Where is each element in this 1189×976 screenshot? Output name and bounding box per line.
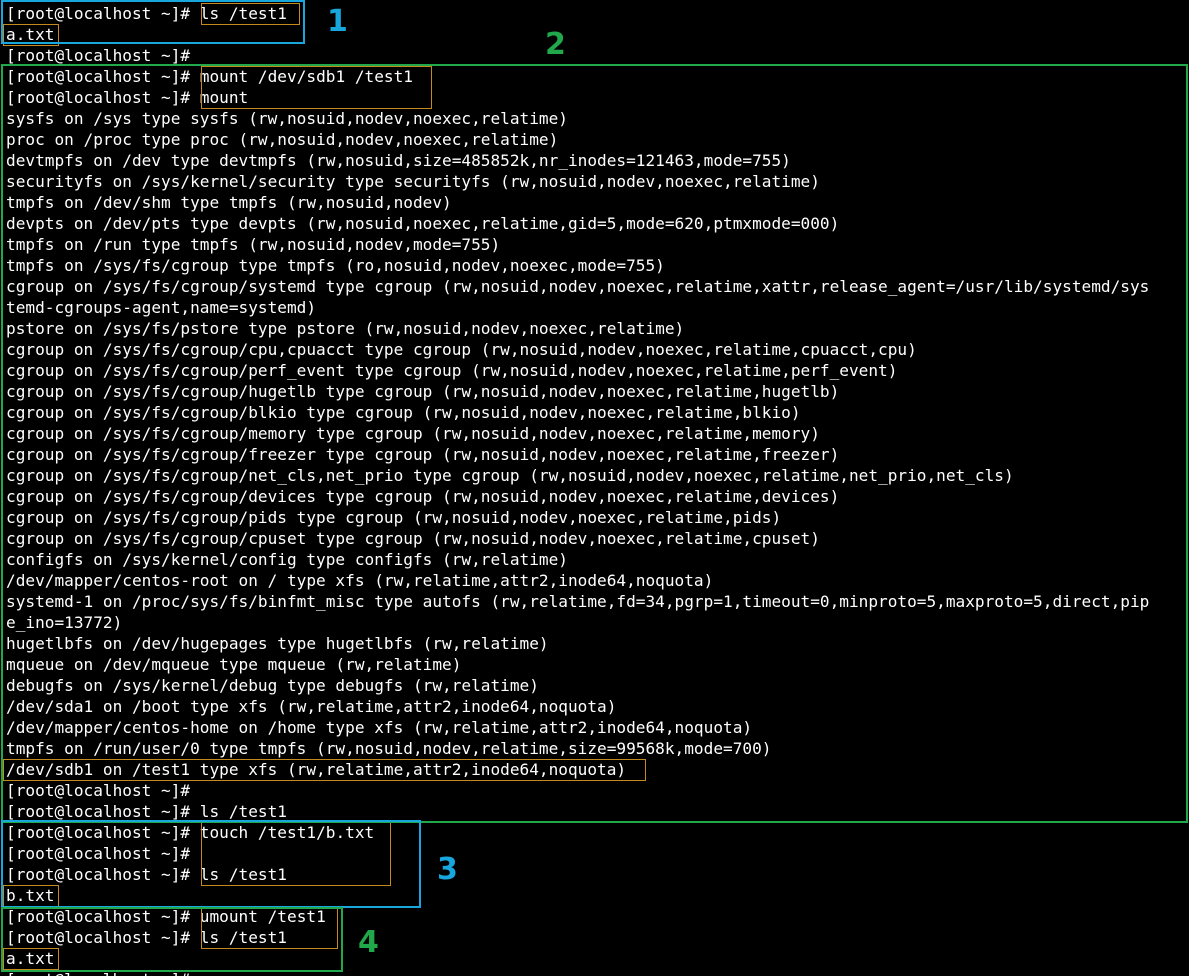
output-line: a.txt [6, 25, 55, 44]
output-line: cgroup on /sys/fs/cgroup/freezer type cg… [6, 445, 840, 464]
output-line: tmpfs on /sys/fs/cgroup type tmpfs (ro,n… [6, 256, 665, 275]
output-line: proc on /proc type proc (rw,nosuid,nodev… [6, 130, 559, 149]
output-line: devtmpfs on /dev type devtmpfs (rw,nosui… [6, 151, 791, 170]
output-line: configfs on /sys/kernel/config type conf… [6, 550, 568, 569]
prompt-line: [root@localhost ~]# [6, 780, 200, 801]
prompt-line: [root@localhost ~]# touch /test1/b.txt [6, 822, 374, 843]
output-line: /dev/sdb1 on /test1 type xfs (rw,relatim… [6, 760, 627, 779]
output-line: temd-cgroups-agent,name=systemd) [6, 298, 317, 317]
prompt-line: [root@localhost ~]# ls /test1 [6, 927, 287, 948]
output-line: devpts on /dev/pts type devpts (rw,nosui… [6, 214, 840, 233]
output-line: /dev/mapper/centos-home on /home type xf… [6, 718, 753, 737]
prompt-line: [root@localhost ~]# ls /test1 [6, 3, 287, 24]
prompt-line: [root@localhost ~]# umount /test1 [6, 906, 326, 927]
output-line: cgroup on /sys/fs/cgroup/blkio type cgro… [6, 403, 801, 422]
shell-prompt: [root@localhost ~]# [6, 802, 200, 821]
output-line: hugetlbfs on /dev/hugepages type hugetlb… [6, 634, 549, 653]
shell-prompt: [root@localhost ~]# [6, 88, 200, 107]
shell-prompt: [root@localhost ~]# [6, 46, 200, 65]
output-line: cgroup on /sys/fs/cgroup/cpuset type cgr… [6, 529, 820, 548]
output-line: cgroup on /sys/fs/cgroup/cpu,cpuacct typ… [6, 340, 917, 359]
output-line: /dev/mapper/centos-root on / type xfs (r… [6, 571, 714, 590]
shell-prompt: [root@localhost ~]# [6, 970, 200, 976]
output-line: tmpfs on /run/user/0 type tmpfs (rw,nosu… [6, 739, 772, 758]
section-number-1: 1 [327, 4, 348, 39]
output-line: cgroup on /sys/fs/cgroup/systemd type cg… [6, 277, 1150, 296]
prompt-line: [root@localhost ~]# [6, 969, 200, 976]
shell-prompt: [root@localhost ~]# [6, 4, 200, 23]
prompt-line: [root@localhost ~]# ls /test1 [6, 864, 287, 885]
command-text: mount [199, 88, 249, 107]
section-number-3: 3 [437, 852, 458, 887]
output-line: debugfs on /sys/kernel/debug type debugf… [6, 676, 539, 695]
output-line: e_ino=13772) [6, 613, 123, 632]
command-text: umount /test1 [199, 907, 326, 926]
prompt-line: [root@localhost ~]# [6, 843, 200, 864]
output-line: cgroup on /sys/fs/cgroup/devices type cg… [6, 487, 840, 506]
output-line: tmpfs on /run type tmpfs (rw,nosuid,node… [6, 235, 501, 254]
prompt-line: [root@localhost ~]# [6, 45, 200, 66]
shell-prompt: [root@localhost ~]# [6, 67, 200, 86]
output-line: securityfs on /sys/kernel/security type … [6, 172, 820, 191]
command-text: ls /test1 [199, 928, 288, 947]
shell-prompt: [root@localhost ~]# [6, 823, 200, 842]
output-line: /dev/sda1 on /boot type xfs (rw,relatime… [6, 697, 617, 716]
command-text: ls /test1 [199, 865, 288, 884]
output-line: cgroup on /sys/fs/cgroup/perf_event type… [6, 361, 898, 380]
screenshot: [root@localhost ~]# ls /test1 a.txt [root@… [0, 0, 1189, 976]
shell-prompt: [root@localhost ~]# [6, 865, 200, 884]
prompt-line: [root@localhost ~]# mount [6, 87, 248, 108]
prompt-line: [root@localhost ~]# mount /dev/sdb1 /tes… [6, 66, 413, 87]
shell-prompt: [root@localhost ~]# [6, 844, 200, 863]
command-text: mount /dev/sdb1 /test1 [199, 67, 413, 86]
output-line: tmpfs on /dev/shm type tmpfs (rw,nosuid,… [6, 193, 452, 212]
shell-prompt: [root@localhost ~]# [6, 928, 200, 947]
section-number-2: 2 [545, 27, 566, 62]
prompt-line: [root@localhost ~]# ls /test1 [6, 801, 287, 822]
command-text: ls /test1 [199, 802, 288, 821]
output-line: mqueue on /dev/mqueue type mqueue (rw,re… [6, 655, 462, 674]
section-number-4: 4 [358, 925, 379, 960]
output-line: cgroup on /sys/fs/cgroup/net_cls,net_pri… [6, 466, 1014, 485]
output-line: pstore on /sys/fs/pstore type pstore (rw… [6, 319, 685, 338]
output-line: sysfs on /sys type sysfs (rw,nosuid,node… [6, 109, 568, 128]
command-text: ls /test1 [199, 4, 288, 23]
terminal-window[interactable]: [root@localhost ~]# ls /test1 a.txt [root@… [0, 0, 1189, 976]
output-line: cgroup on /sys/fs/cgroup/memory type cgr… [6, 424, 820, 443]
output-line: cgroup on /sys/fs/cgroup/hugetlb type cg… [6, 382, 840, 401]
shell-prompt: [root@localhost ~]# [6, 781, 200, 800]
output-line: cgroup on /sys/fs/cgroup/pids type cgrou… [6, 508, 782, 527]
output-line: systemd-1 on /proc/sys/fs/binfmt_misc ty… [6, 592, 1150, 611]
shell-prompt: [root@localhost ~]# [6, 907, 200, 926]
output-line: b.txt [6, 886, 55, 905]
output-line: a.txt [6, 949, 55, 968]
command-text: touch /test1/b.txt [199, 823, 375, 842]
